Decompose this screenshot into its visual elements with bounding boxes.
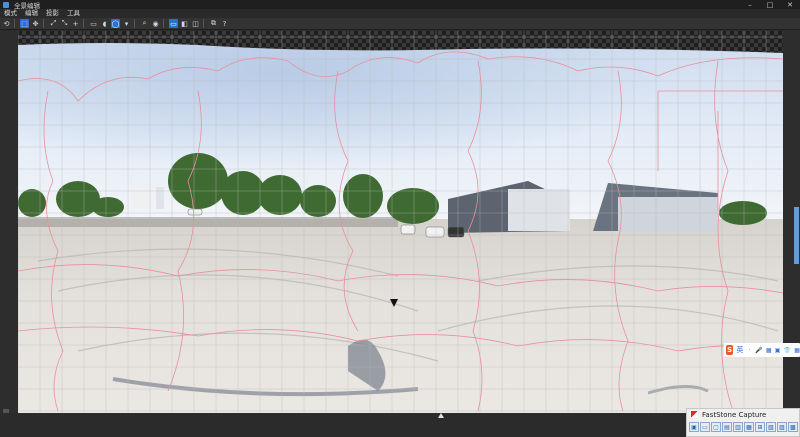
menu-edit[interactable]: 编辑 xyxy=(21,9,42,18)
select-icon[interactable]: ⬚ xyxy=(20,19,29,28)
zoom-icon[interactable]: ⌕ xyxy=(140,19,149,28)
layout-mirror-icon[interactable]: ◫ xyxy=(191,19,200,28)
faststone-capture-panel: FastStone Capture ▣ ▭ ▢ ▤ ▥ ▦ ⊞ ▧ ▨ ▩ xyxy=(686,408,800,437)
capture-window-button[interactable]: ▭ xyxy=(700,422,710,432)
capture-scrolling-button[interactable]: ▦ xyxy=(744,422,754,432)
factory-front-right xyxy=(618,197,718,231)
eye-icon[interactable]: ◉ xyxy=(151,19,160,28)
sogou-logo-icon[interactable]: S xyxy=(726,345,734,355)
toolbar-separator xyxy=(83,19,84,28)
capture-video-button[interactable]: ▧ xyxy=(766,422,776,432)
app-icon xyxy=(3,1,9,8)
menu-projection[interactable]: 投影 xyxy=(42,9,63,18)
left-panel xyxy=(0,31,18,421)
toolbar-separator xyxy=(14,19,15,28)
ime-menu-icon[interactable]: ▦ xyxy=(794,346,800,354)
faststone-title: FastStone Capture xyxy=(702,410,767,419)
copy-icon[interactable]: ⧉ xyxy=(209,19,218,28)
faststone-logo-icon xyxy=(691,411,698,418)
menu-tools[interactable]: 工具 xyxy=(63,9,84,18)
ime-voice-icon[interactable]: 🎤 xyxy=(755,346,762,354)
timeline-marker[interactable] xyxy=(438,413,444,418)
lasso-icon[interactable]: ◯ xyxy=(111,19,120,28)
capture-settings-button[interactable]: ▩ xyxy=(788,422,798,432)
capture-output-button[interactable]: ▨ xyxy=(777,422,787,432)
maximize-button[interactable]: □ xyxy=(760,0,780,9)
help-icon[interactable]: ? xyxy=(220,19,229,28)
toolbar-separator xyxy=(163,19,164,28)
toolbar: ⟲ ⬚ ✥ ⤢ ⤡ + ▭ ◖ ◯ ▾ ⌕ ◉ ▭ ◧ ◫ ⧉ ? xyxy=(0,18,800,30)
panorama-viewport[interactable] xyxy=(18,31,783,413)
layout-split-icon[interactable]: ◧ xyxy=(180,19,189,28)
bottom-bar xyxy=(0,413,800,437)
undo-icon[interactable]: ⟲ xyxy=(2,19,11,28)
ime-toolbar[interactable]: S 英 · 🎤 ▦ ▣ 👕 ▦ xyxy=(724,343,800,357)
capture-active-window-button[interactable]: ▣ xyxy=(689,422,699,432)
panorama-canvas[interactable] xyxy=(18,31,783,413)
move-icon[interactable]: ✥ xyxy=(31,19,40,28)
panorama-editor-app: 全景编辑 – □ ✕ 模式 编辑 投影 工具 ⟲ ⬚ ✥ ⤢ ⤡ + ▭ ◖ ◯… xyxy=(0,0,800,437)
close-button[interactable]: ✕ xyxy=(780,0,800,9)
minimize-button[interactable]: – xyxy=(740,0,760,9)
fit-icon[interactable]: ⤢ xyxy=(49,19,58,28)
capture-rectangle-button[interactable]: ▢ xyxy=(711,422,721,432)
ime-punctuation-icon[interactable]: · xyxy=(746,346,752,354)
title-bar: 全景编辑 – □ ✕ xyxy=(0,0,800,10)
ime-toolbox-icon[interactable]: ▣ xyxy=(775,346,781,354)
crosshair-icon[interactable]: + xyxy=(71,19,80,28)
menu-bar: 模式 编辑 投影 工具 xyxy=(0,9,800,18)
toolbar-separator xyxy=(203,19,204,28)
capture-fixed-region-button[interactable]: ⊞ xyxy=(755,422,765,432)
ime-language-toggle[interactable]: 英 xyxy=(736,345,743,355)
capture-freehand-button[interactable]: ▤ xyxy=(722,422,732,432)
mouse-icon[interactable]: ◖ xyxy=(100,19,109,28)
menu-mode[interactable]: 模式 xyxy=(0,9,21,18)
capture-fullscreen-button[interactable]: ▥ xyxy=(733,422,743,432)
dropdown-icon[interactable]: ▾ xyxy=(122,19,131,28)
ime-keyboard-icon[interactable]: ▦ xyxy=(766,346,772,354)
toolbar-separator xyxy=(43,19,44,28)
fullscreen-icon[interactable]: ⤡ xyxy=(60,19,69,28)
factory-front-left xyxy=(508,189,570,231)
right-scroll-handle[interactable] xyxy=(794,207,799,264)
rectangle-icon[interactable]: ▭ xyxy=(89,19,98,28)
layout-single-icon[interactable]: ▭ xyxy=(169,19,178,28)
ime-skin-icon[interactable]: 👕 xyxy=(784,346,791,354)
toolbar-separator xyxy=(134,19,135,28)
